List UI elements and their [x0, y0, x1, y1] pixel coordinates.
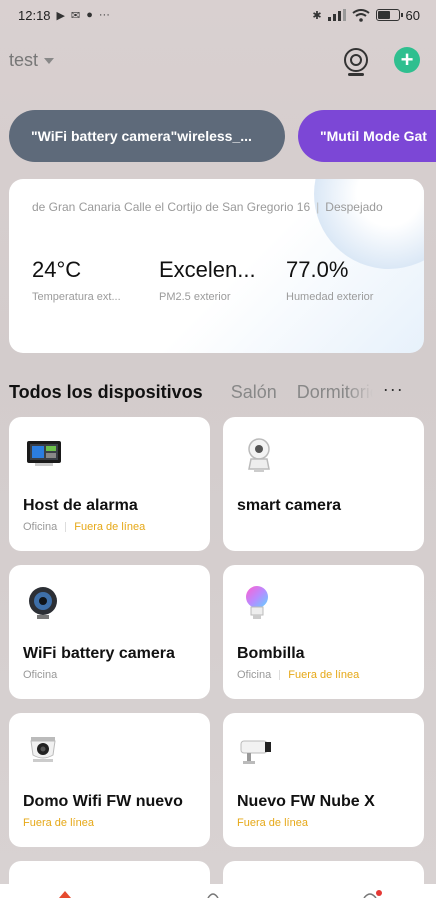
location-separator: | — [316, 200, 320, 214]
device-card[interactable]: smart camera — [223, 417, 424, 551]
weather-metric-humidity: 77.0% Humedad exterior — [286, 257, 373, 303]
scene-chip[interactable]: "WiFi battery camera"wireless_... — [9, 110, 285, 162]
weather-metric-pm25: Excelen... PM2.5 exterior — [159, 257, 256, 303]
scene-tab-icon[interactable] — [206, 890, 220, 898]
battery-fill — [377, 11, 390, 19]
bottom-nav — [0, 884, 436, 900]
chevron-down-icon — [44, 58, 55, 64]
device-room: Oficina — [23, 521, 58, 533]
status-time: 12:18 — [18, 7, 51, 23]
status-offline: Fuera de línea — [288, 669, 360, 681]
bell-icon: ● — [86, 9, 93, 21]
header-actions: + — [344, 47, 420, 76]
status-offline: Fuera de línea — [23, 817, 94, 829]
device-meta: Oficina — [23, 669, 57, 681]
status-bar: 12:18 ▶ ✉ ● ··· ✱ 60 — [0, 0, 436, 30]
weather-metric-temperature: 24°C Temperatura ext... — [32, 257, 121, 303]
device-meta: Oficina Fuera de línea — [237, 669, 359, 681]
home-name: test — [9, 49, 39, 70]
metric-label: Humedad exterior — [286, 291, 374, 303]
home-tab-icon[interactable] — [58, 890, 72, 898]
metric-label: Temperatura ext... — [32, 291, 121, 303]
weather-card[interactable]: de Gran Canaria Calle el Cortijo de San … — [9, 179, 424, 353]
scene-list: "WiFi battery camera"wireless_... "Mutil… — [9, 110, 436, 162]
device-meta: Fuera de línea — [237, 817, 308, 829]
tab-dormitorio[interactable]: Dormitorio — [297, 382, 373, 403]
device-card[interactable]: WiFi battery camera Oficina — [9, 565, 210, 699]
room-tabs: Todos los dispositivos Salón Dormitorio … — [9, 376, 436, 408]
status-offline: Fuera de línea — [74, 521, 146, 533]
metric-label: PM2.5 exterior — [159, 291, 231, 303]
weather-decoration — [314, 179, 424, 269]
status-left: 12:18 ▶ ✉ ● ··· — [18, 8, 110, 23]
scene-chip-label: "Mutil Mode Gat — [320, 128, 427, 144]
device-room: Oficina — [23, 669, 58, 681]
weather-condition: Despejado — [325, 200, 383, 214]
device-name: Nuevo FW Nube X — [237, 793, 375, 810]
device-name: Host de alarma — [23, 497, 138, 514]
mail-icon: ✉ — [71, 9, 81, 22]
bullet-camera-icon — [240, 740, 271, 764]
device-card[interactable]: Nuevo FW Nube X Fuera de línea — [223, 713, 424, 847]
device-meta: Fuera de línea — [23, 817, 94, 829]
tab-salon[interactable]: Salón — [231, 382, 277, 403]
scene-chip-label: "WiFi battery camera"wireless_... — [31, 128, 252, 144]
add-device-button[interactable]: + — [394, 47, 420, 73]
meta-divider — [279, 670, 281, 680]
bulb-icon — [246, 586, 268, 619]
dome-camera-icon — [30, 737, 56, 762]
device-card[interactable]: Domo Wifi FW nuevo Fuera de línea — [9, 713, 210, 847]
play-icon: ▶ — [56, 9, 66, 22]
home-selector[interactable]: test — [9, 49, 55, 71]
bluetooth-icon: ✱ — [312, 9, 322, 22]
tab-all-devices[interactable]: Todos los dispositivos — [9, 382, 203, 403]
header: test + — [0, 44, 436, 76]
device-name: Domo Wifi FW nuevo — [23, 793, 183, 810]
status-offline: Fuera de línea — [237, 817, 308, 829]
metric-value: Excelen... — [159, 257, 256, 282]
more-rooms-icon[interactable]: ··· — [383, 379, 404, 400]
device-card[interactable]: Bombilla Oficina Fuera de línea — [223, 565, 424, 699]
more-notifications: ··· — [98, 9, 110, 21]
profile-tab-icon[interactable] — [362, 890, 384, 898]
battery-percent: 60 — [405, 7, 420, 23]
device-name: Bombilla — [237, 645, 305, 662]
status-right: ✱ 60 — [312, 8, 420, 23]
camera-view-icon[interactable] — [344, 48, 368, 76]
device-meta: Oficina Fuera de línea — [23, 521, 145, 533]
weather-location: de Gran Canaria Calle el Cortijo de San … — [32, 200, 383, 214]
alarm-host-icon — [27, 441, 61, 466]
location-text: de Gran Canaria Calle el Cortijo de San … — [32, 200, 311, 214]
battery-camera-icon — [29, 587, 57, 619]
metric-value: 24°C — [32, 257, 82, 282]
device-room: Oficina — [237, 669, 272, 681]
wifi-icon — [351, 8, 370, 22]
device-card[interactable]: Host de alarma Oficina Fuera de línea — [9, 417, 210, 551]
battery-icon — [375, 9, 403, 21]
smart-camera-icon — [248, 438, 270, 472]
metric-value: 77.0% — [286, 257, 349, 282]
device-name: smart camera — [237, 497, 342, 514]
scene-chip[interactable]: "Mutil Mode Gat — [298, 110, 436, 162]
meta-divider — [65, 522, 67, 532]
device-name: WiFi battery camera — [23, 645, 175, 662]
signal-icon — [327, 9, 346, 21]
